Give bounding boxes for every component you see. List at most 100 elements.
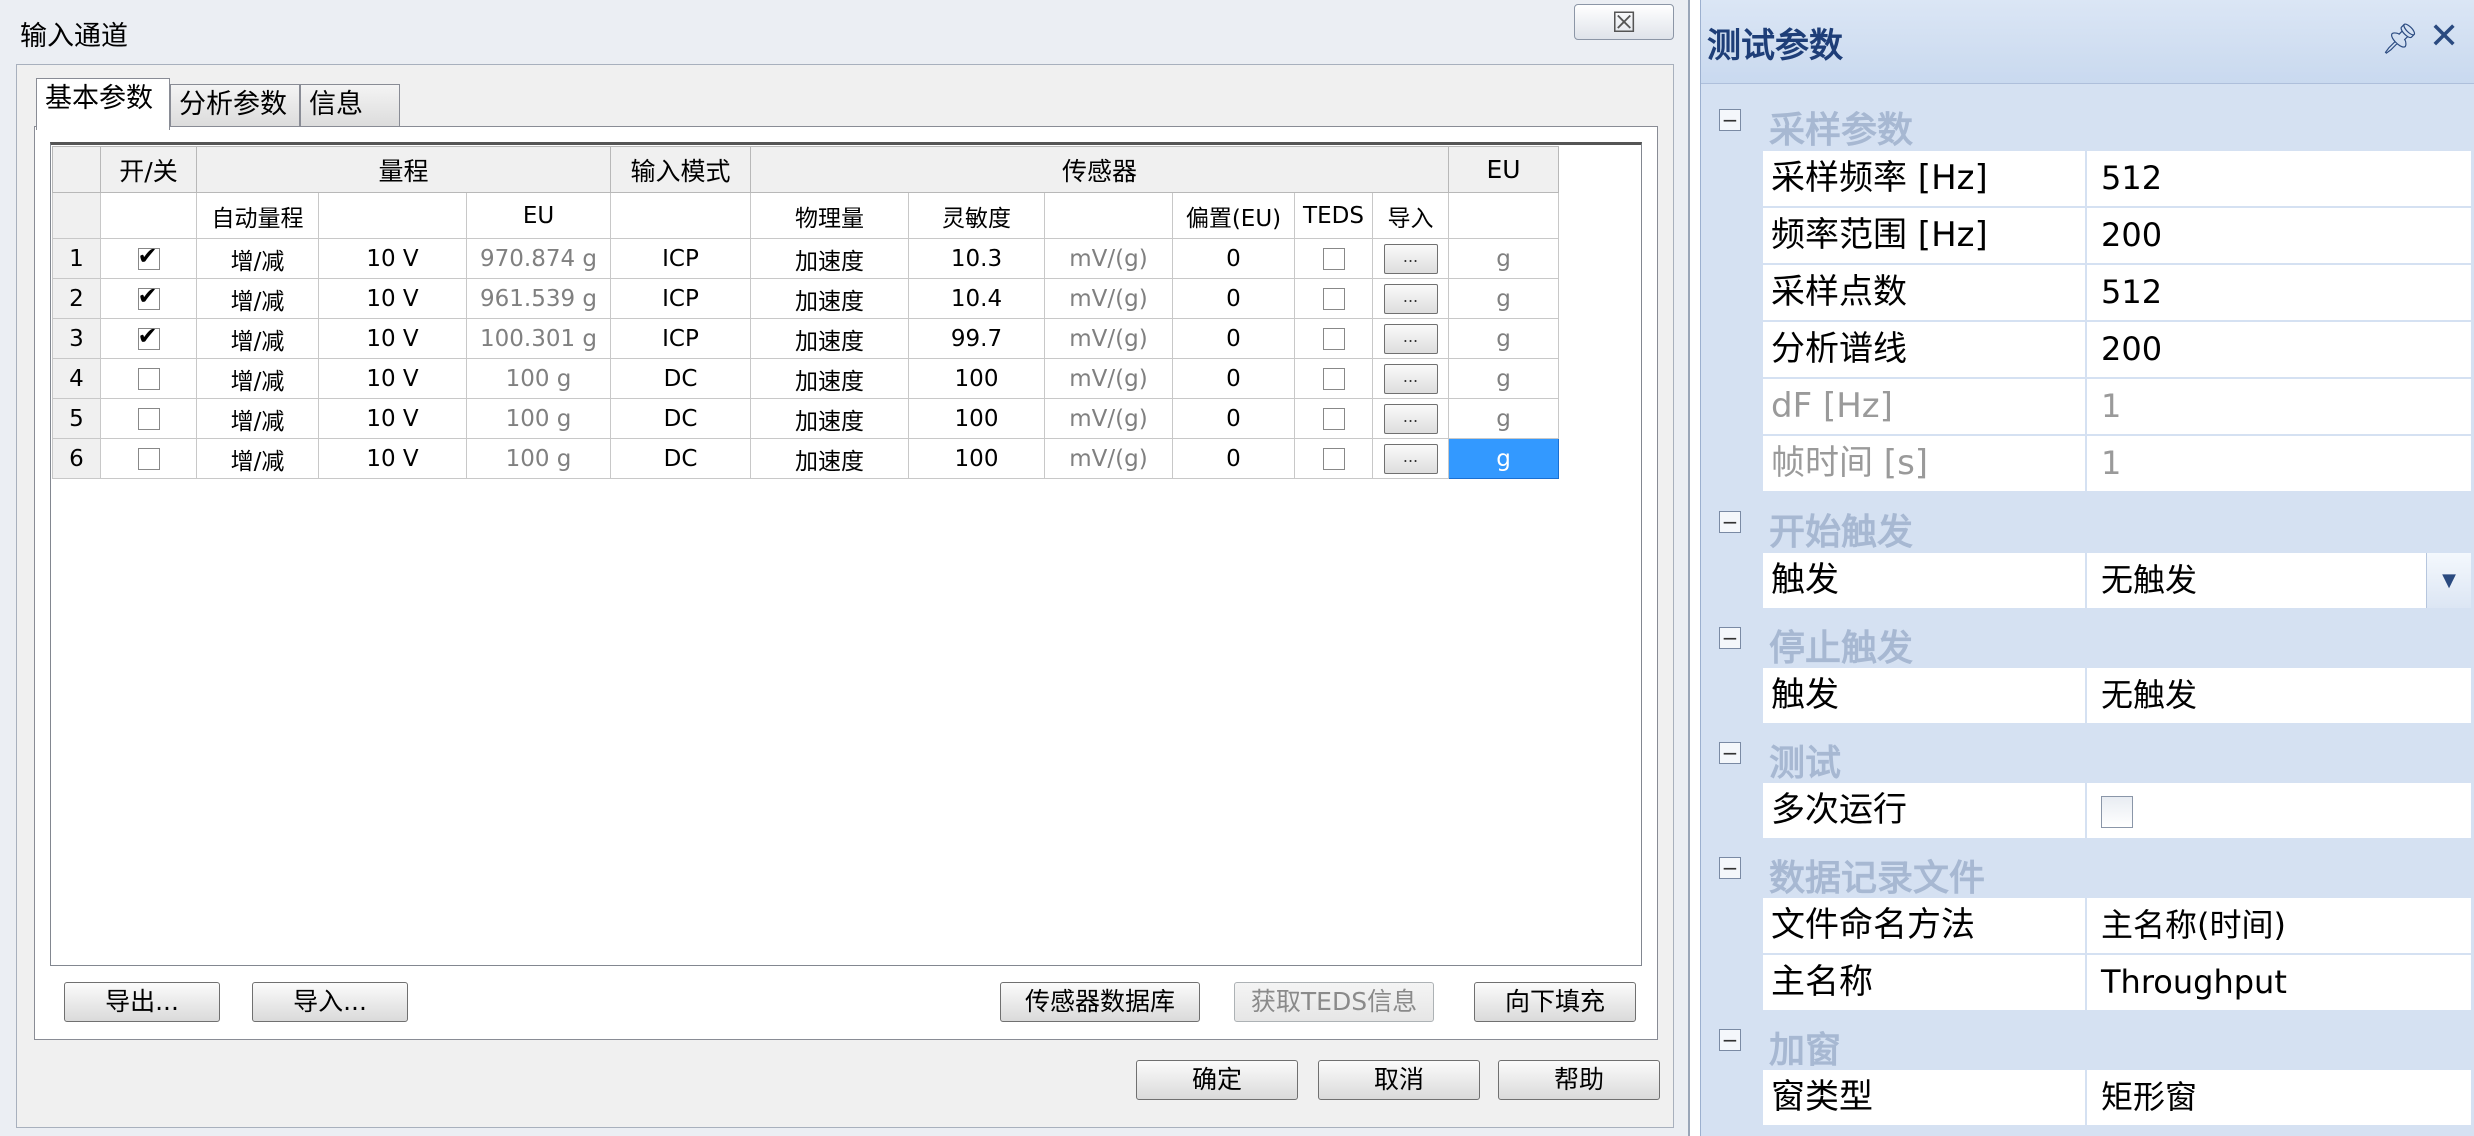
channel-enable-cell[interactable]	[100, 318, 197, 359]
import-sensor-button[interactable]: ...	[1383, 363, 1438, 394]
property-row[interactable]: 多次运行	[1701, 783, 2474, 840]
property-value-cell[interactable]	[2087, 783, 2471, 838]
property-row[interactable]: 文件命名方法 主名称(时间)	[1701, 898, 2474, 955]
import-sensor-button[interactable]: ...	[1383, 443, 1438, 474]
import-cell[interactable]: ...	[1372, 358, 1449, 399]
eu-cell[interactable]: g	[1448, 238, 1559, 279]
channel-enable-checkbox[interactable]	[137, 326, 160, 350]
input-mode-cell[interactable]: DC	[610, 358, 751, 399]
tab-analysis-params[interactable]: 分析参数	[170, 84, 300, 126]
input-mode-cell[interactable]: ICP	[610, 318, 751, 359]
physical-quantity-cell[interactable]: 加速度	[750, 438, 909, 479]
auto-range-cell[interactable]: 增/减	[196, 278, 319, 319]
channel-enable-checkbox[interactable]	[137, 448, 160, 470]
teds-checkbox[interactable]	[1322, 408, 1345, 430]
teds-cell[interactable]	[1294, 238, 1373, 279]
channel-enable-cell[interactable]	[100, 438, 197, 479]
sensitivity-cell[interactable]: 100	[908, 358, 1045, 399]
teds-checkbox[interactable]	[1322, 448, 1345, 470]
range-cell[interactable]: 10 V	[318, 238, 467, 279]
collapse-icon[interactable]: −	[1719, 627, 1741, 649]
multi-run-checkbox[interactable]	[2101, 796, 2133, 828]
physical-quantity-cell[interactable]: 加速度	[750, 318, 909, 359]
teds-cell[interactable]	[1294, 318, 1373, 359]
eu-cell[interactable]: g	[1448, 278, 1559, 319]
channel-enable-checkbox[interactable]	[137, 368, 160, 390]
export-button[interactable]: 导出...	[64, 982, 220, 1022]
dialog-close-button[interactable]: ☒	[1574, 4, 1674, 40]
bias-cell[interactable]: 0	[1172, 398, 1295, 439]
physical-quantity-cell[interactable]: 加速度	[750, 358, 909, 399]
property-row[interactable]: 主名称 Throughput	[1701, 955, 2474, 1012]
import-cell[interactable]: ...	[1372, 438, 1449, 479]
col-header-on-off[interactable]: 开/关	[100, 146, 197, 193]
auto-range-cell[interactable]: 增/减	[196, 238, 319, 279]
row-number[interactable]: 4	[52, 358, 101, 399]
input-mode-cell[interactable]: ICP	[610, 278, 751, 319]
eu-cell[interactable]: g	[1448, 398, 1559, 439]
chevron-down-icon[interactable]: ▼	[2426, 553, 2471, 608]
physical-quantity-cell[interactable]: 加速度	[750, 398, 909, 439]
close-icon[interactable]: ✕	[2429, 16, 2459, 57]
sensitivity-cell[interactable]: 10.3	[908, 238, 1045, 279]
teds-cell[interactable]	[1294, 278, 1373, 319]
start-trigger-select[interactable]: 无触发 ▼	[2087, 553, 2471, 608]
category-window[interactable]: − 加窗	[1701, 1013, 2474, 1071]
import-cell[interactable]: ...	[1372, 398, 1449, 439]
pin-icon[interactable]: 📌︎	[2381, 22, 2419, 57]
range-cell[interactable]: 10 V	[318, 318, 467, 359]
property-value[interactable]: Throughput	[2087, 955, 2471, 1010]
property-value[interactable]: 200	[2087, 322, 2471, 377]
property-row[interactable]: 频率范围 [Hz] 200	[1701, 208, 2474, 265]
property-value[interactable]: 矩形窗	[2087, 1070, 2471, 1125]
category-start-trigger[interactable]: − 开始触发	[1701, 495, 2474, 553]
range-cell[interactable]: 10 V	[318, 278, 467, 319]
channel-enable-checkbox[interactable]	[137, 286, 160, 310]
teds-cell[interactable]	[1294, 398, 1373, 439]
teds-cell[interactable]	[1294, 438, 1373, 479]
table-row[interactable]: 4 增/减 10 V 100 g DC 加速度 100 mV/(g) 0 ...…	[52, 358, 1559, 399]
range-cell[interactable]: 10 V	[318, 358, 467, 399]
row-number[interactable]: 2	[52, 278, 101, 319]
sensitivity-cell[interactable]: 99.7	[908, 318, 1045, 359]
property-value[interactable]: 无触发	[2087, 668, 2471, 723]
teds-checkbox[interactable]	[1322, 368, 1345, 390]
table-row[interactable]: 2 增/减 10 V 961.539 g ICP 加速度 10.4 mV/(g)…	[52, 278, 1559, 319]
collapse-icon[interactable]: −	[1719, 109, 1741, 131]
collapse-icon[interactable]: −	[1719, 511, 1741, 533]
collapse-icon[interactable]: −	[1719, 742, 1741, 764]
tab-basic-params[interactable]: 基本参数	[36, 78, 170, 130]
category-data-record[interactable]: − 数据记录文件	[1701, 841, 2474, 899]
row-number[interactable]: 6	[52, 438, 101, 479]
tab-info[interactable]: 信息	[300, 84, 400, 126]
sensitivity-cell[interactable]: 10.4	[908, 278, 1045, 319]
property-value[interactable]: 主名称(时间)	[2087, 898, 2471, 953]
get-teds-info-button[interactable]: 获取TEDS信息	[1234, 982, 1434, 1022]
bias-cell[interactable]: 0	[1172, 318, 1295, 359]
import-sensor-button[interactable]: ...	[1383, 323, 1438, 354]
channel-enable-checkbox[interactable]	[137, 246, 160, 270]
auto-range-cell[interactable]: 增/减	[196, 438, 319, 479]
range-cell[interactable]: 10 V	[318, 398, 467, 439]
col-header-range[interactable]: 量程	[196, 146, 611, 193]
help-button[interactable]: 帮助	[1498, 1060, 1660, 1100]
teds-cell[interactable]	[1294, 358, 1373, 399]
table-row[interactable]: 1 增/减 10 V 970.874 g ICP 加速度 10.3 mV/(g)…	[52, 238, 1559, 279]
category-sampling[interactable]: − 采样参数	[1701, 93, 2474, 151]
table-row[interactable]: 3 增/减 10 V 100.301 g ICP 加速度 99.7 mV/(g)…	[52, 318, 1559, 359]
bias-cell[interactable]: 0	[1172, 438, 1295, 479]
channel-enable-cell[interactable]	[100, 238, 197, 279]
row-number[interactable]: 3	[52, 318, 101, 359]
input-mode-cell[interactable]: DC	[610, 398, 751, 439]
property-row[interactable]: 采样频率 [Hz] 512	[1701, 151, 2474, 208]
eu-cell[interactable]: g	[1448, 358, 1559, 399]
property-row[interactable]: 采样点数 512	[1701, 265, 2474, 322]
physical-quantity-cell[interactable]: 加速度	[750, 278, 909, 319]
table-row[interactable]: 6 增/减 10 V 100 g DC 加速度 100 mV/(g) 0 ...…	[52, 438, 1559, 479]
property-value[interactable]: 512	[2087, 265, 2471, 320]
sensor-database-button[interactable]: 传感器数据库	[1000, 982, 1200, 1022]
col-header-input-mode[interactable]: 输入模式	[610, 146, 751, 193]
channel-enable-cell[interactable]	[100, 398, 197, 439]
table-row[interactable]: 5 增/减 10 V 100 g DC 加速度 100 mV/(g) 0 ...…	[52, 398, 1559, 439]
property-row[interactable]: 分析谱线 200	[1701, 322, 2474, 379]
